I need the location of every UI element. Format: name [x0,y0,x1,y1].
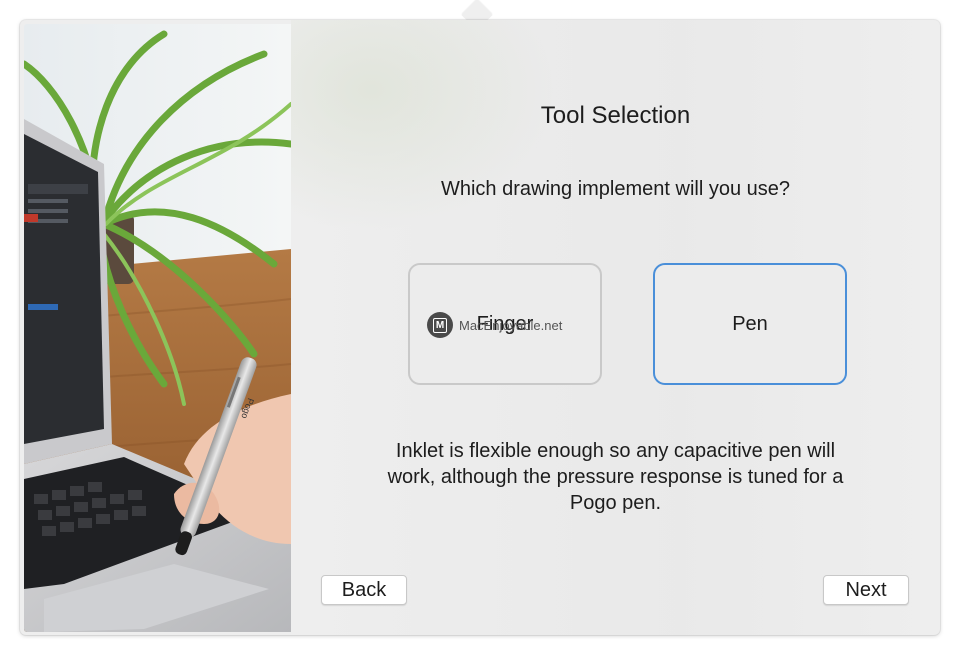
setup-dialog: Pogo Tool Selection Which drawing implem… [20,20,940,635]
description-text: Inklet is flexible enough so any capacit… [387,440,844,514]
pen-option-label: Pen [732,312,768,335]
content-panel: Tool Selection Which drawing implement w… [291,20,940,635]
finger-option[interactable]: Finger [408,263,602,385]
back-button[interactable]: Back [321,575,407,605]
question-text: Which drawing implement will you use? [440,178,791,200]
next-button[interactable]: Next [823,575,909,605]
finger-option-label: Finger [476,312,534,335]
side-photo: Pogo [24,24,291,632]
laptop-pen-photo: Pogo [24,24,291,632]
pen-option[interactable]: Pen [653,263,847,385]
page-title: Tool Selection [540,102,691,129]
